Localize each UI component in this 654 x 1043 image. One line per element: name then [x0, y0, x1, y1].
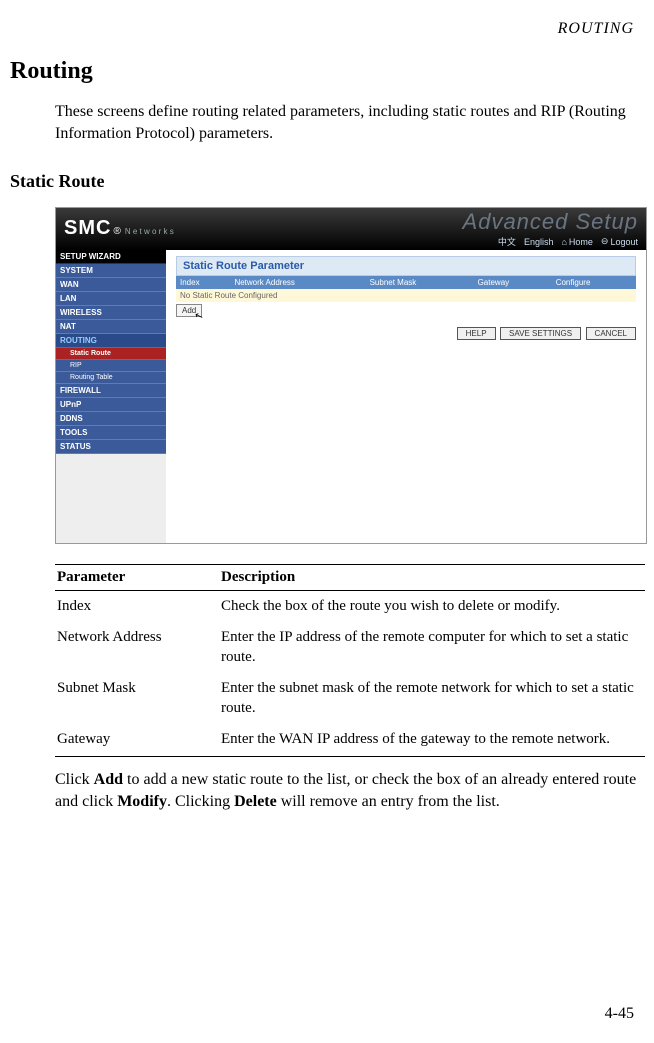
cancel-button[interactable]: CANCEL [586, 327, 636, 340]
logout-link[interactable]: ⊖Logout [601, 235, 638, 248]
save-settings-button[interactable]: SAVE SETTINGS [500, 327, 581, 340]
subsection-heading: Static Route [10, 171, 644, 192]
param-desc: Check the box of the route you wish to d… [219, 590, 645, 622]
add-button[interactable]: Add ↖ [176, 304, 202, 317]
cursor-icon: ↖ [193, 310, 205, 323]
table-row: Network Address Enter the IP address of … [55, 622, 645, 673]
param-name: Subnet Mask [55, 673, 219, 724]
table-row: Gateway Enter the WAN IP address of the … [55, 724, 645, 756]
nav-lan[interactable]: LAN [56, 292, 166, 306]
col-gateway: Gateway [474, 276, 552, 289]
sidebar-nav: SETUP WIZARD SYSTEM WAN LAN WIRELESS NAT… [56, 250, 166, 543]
running-header: ROUTING [10, 20, 644, 38]
nav-nat[interactable]: NAT [56, 320, 166, 334]
param-name: Network Address [55, 622, 219, 673]
nav-tools[interactable]: TOOLS [56, 426, 166, 440]
parameter-table: Parameter Description Index Check the bo… [55, 564, 645, 757]
empty-row: No Static Route Configured [176, 289, 636, 302]
table-row: Subnet Mask Enter the subnet mask of the… [55, 673, 645, 724]
content-panel: Static Route Parameter Index Network Add… [166, 250, 646, 543]
nav-ddns[interactable]: DDNS [56, 412, 166, 426]
col-index: Index [176, 276, 230, 289]
nav-static-route[interactable]: Static Route [56, 348, 166, 360]
logo-subtext: N e t w o r k s [125, 227, 174, 236]
param-desc: Enter the WAN IP address of the gateway … [219, 724, 645, 756]
nav-wan[interactable]: WAN [56, 278, 166, 292]
logout-icon: ⊖ [601, 236, 609, 247]
nav-routing-table[interactable]: Routing Table [56, 372, 166, 384]
header-title: Advanced Setup [463, 209, 638, 235]
help-button[interactable]: HELP [457, 327, 496, 340]
param-name: Index [55, 590, 219, 622]
logo: SMC ® N e t w o r k s [64, 217, 174, 240]
nav-wireless[interactable]: WIRELESS [56, 306, 166, 320]
home-icon: ⌂ [561, 237, 566, 247]
router-admin-screenshot: SMC ® N e t w o r k s Advanced Setup 中文 … [55, 207, 647, 544]
intro-paragraph: These screens define routing related par… [55, 101, 644, 146]
nav-firewall[interactable]: FIREWALL [56, 384, 166, 398]
col-network-address: Network Address [230, 276, 365, 289]
header-right: Advanced Setup 中文 English ⌂Home ⊖Logout [463, 209, 638, 248]
header-links: 中文 English ⌂Home ⊖Logout [463, 235, 638, 248]
col-subnet-mask: Subnet Mask [366, 276, 474, 289]
static-route-table: Index Network Address Subnet Mask Gatewa… [176, 276, 636, 302]
screenshot-header: SMC ® N e t w o r k s Advanced Setup 中文 … [56, 208, 646, 250]
col-configure: Configure [552, 276, 636, 289]
nav-routing[interactable]: ROUTING [56, 334, 166, 348]
logo-registered: ® [113, 226, 120, 237]
page-number: 4-45 [605, 1005, 634, 1023]
home-link[interactable]: ⌂Home [561, 235, 592, 248]
nav-status[interactable]: STATUS [56, 440, 166, 454]
th-description: Description [219, 564, 645, 590]
param-desc: Enter the IP address of the remote compu… [219, 622, 645, 673]
param-desc: Enter the subnet mask of the remote netw… [219, 673, 645, 724]
action-buttons: HELP SAVE SETTINGS CANCEL [176, 327, 636, 340]
panel-title: Static Route Parameter [176, 256, 636, 276]
nav-rip[interactable]: RIP [56, 360, 166, 372]
nav-system[interactable]: SYSTEM [56, 264, 166, 278]
lang-en-link[interactable]: English [524, 235, 554, 248]
nav-setup-wizard[interactable]: SETUP WIZARD [56, 250, 166, 264]
section-heading: Routing [10, 58, 644, 85]
logo-text: SMC [64, 217, 111, 240]
nav-upnp[interactable]: UPnP [56, 398, 166, 412]
th-parameter: Parameter [55, 564, 219, 590]
closing-paragraph: Click Add to add a new static route to t… [55, 769, 645, 814]
table-row: Index Check the box of the route you wis… [55, 590, 645, 622]
lang-cn-link[interactable]: 中文 [498, 235, 516, 248]
param-name: Gateway [55, 724, 219, 756]
